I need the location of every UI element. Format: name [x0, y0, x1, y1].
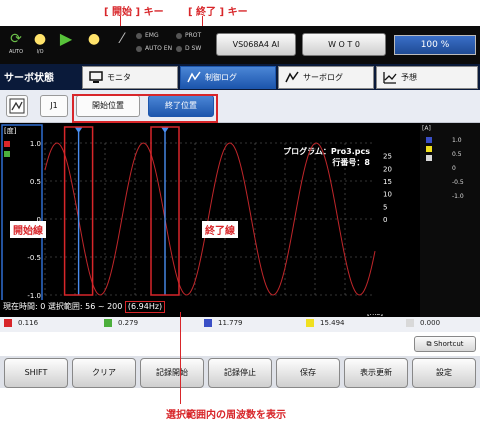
left-series-swatch — [4, 141, 10, 147]
right-small-tick: 0.5 — [452, 151, 462, 158]
right-tick-label: 5 — [383, 203, 387, 211]
program-label: プログラム：Pro3.pcs — [283, 146, 370, 156]
monitor-icon — [89, 71, 103, 83]
channel-value-row: 0.116 0.279 11.779 15.494 0.000 — [0, 317, 480, 332]
bottom-button-1[interactable]: クリア — [72, 358, 136, 388]
channel-value: 0.116 — [18, 319, 39, 327]
right-tick-label: 25 — [383, 153, 392, 161]
channel-swatch — [406, 319, 414, 327]
shortcut-button[interactable]: ⧉ Shortcut — [414, 336, 476, 352]
right-series-swatch — [426, 155, 432, 161]
bottom-button-0[interactable]: SHIFT — [4, 358, 68, 388]
channel-item: 0.116 — [4, 319, 38, 327]
channel-item: 15.494 — [306, 319, 345, 327]
left-tick-label: 0.5 — [30, 178, 41, 186]
right-axis-legend: 1.0 0.5 0 -0.5 -1.0 [A] — [420, 123, 480, 318]
io-button[interactable]: ● I/O — [30, 30, 50, 60]
left-series-swatch — [4, 151, 10, 157]
led-emg: EMG — [136, 32, 159, 39]
right-tick-label: 10 — [383, 191, 392, 199]
right-tick-label: 15 — [383, 178, 392, 186]
annotation-freq-note: 選択範囲内の周波数を表示 — [166, 410, 286, 421]
selection-info: 現在時間: 0 選択範囲: 56 ~ 200 (6.94Hz) — [0, 300, 420, 314]
led-dsw: D SW — [176, 45, 201, 52]
run-button[interactable]: ▶ — [56, 30, 76, 60]
end-line-marker — [161, 127, 169, 133]
channel-value: 0.000 — [420, 319, 441, 327]
selection-range-text: 現在時間: 0 選択範囲: 56 ~ 200 — [3, 302, 123, 311]
right-tick-label: 0 — [383, 216, 387, 224]
annotation-freq-pointer — [180, 312, 181, 404]
right-tick-label: 20 — [383, 165, 392, 173]
tab-monitor[interactable]: モニタ — [82, 66, 178, 89]
annotation-start-line: 開始線 — [10, 221, 46, 238]
bottom-button-2[interactable]: 記録開始 — [140, 358, 204, 388]
shortcut-icon: ⧉ — [426, 340, 434, 348]
led-dsw-icon — [176, 45, 182, 52]
speed-percent-indicator[interactable]: 100 % — [394, 35, 476, 55]
bottom-button-4[interactable]: 保存 — [276, 358, 340, 388]
wrench-icon: ⁄ — [120, 31, 124, 47]
left-axis-unit: [度] — [4, 126, 17, 135]
channel-item: 0.000 — [406, 319, 440, 327]
lightbulb-icon: ● — [33, 31, 47, 47]
right-small-tick: 1.0 — [452, 137, 462, 144]
lamp-icon: ● — [87, 31, 101, 47]
right-small-tick: -1.0 — [452, 193, 464, 200]
channel-swatch — [104, 319, 112, 327]
led-emg-icon — [136, 32, 142, 39]
channel-swatch — [4, 319, 12, 327]
led-auto-en-icon — [136, 45, 142, 52]
right-series-swatch — [426, 137, 432, 143]
frequency-value: (6.94Hz) — [124, 301, 166, 313]
right-axis-unit: [A] — [422, 125, 431, 132]
play-icon: ▶ — [59, 29, 73, 48]
bottom-button-6[interactable]: 設定 — [412, 358, 476, 388]
left-tick-label: -0.5 — [27, 254, 41, 262]
led-auto-en: AUTO EN — [136, 45, 172, 52]
graph-icon — [9, 98, 25, 114]
forecast-icon — [383, 72, 397, 84]
channel-item: 11.779 — [204, 319, 243, 327]
left-tick-label: -1.0 — [27, 292, 41, 300]
bottom-button-5[interactable]: 表示更新 — [344, 358, 408, 388]
channel-item: 0.279 — [104, 319, 138, 327]
graph-view-button[interactable] — [6, 95, 28, 117]
tab-row: サーボ状態 モニタ 制御ログ サーボログ 予想 — [0, 64, 480, 90]
start-line-marker — [74, 127, 83, 133]
tab-forecast[interactable]: 予想 — [376, 66, 478, 89]
top-status-bar: ⟳ AUTO ● I/O ▶ ● ⁄ EMG PROT AUTO EN D SW… — [0, 26, 480, 64]
right-series-swatch — [426, 146, 432, 152]
wot-button[interactable]: W O T 0 — [302, 33, 386, 56]
right-small-tick: -0.5 — [452, 179, 464, 186]
left-tick-label: 1.0 — [30, 140, 41, 148]
line-number-label: 行番号：8 — [331, 157, 370, 167]
page-title: サーボ状態 — [4, 73, 54, 84]
annotation-start-key: [ 開始 ] キー — [104, 7, 164, 18]
led-prot: PROT — [176, 32, 201, 39]
tab-control-log[interactable]: 制御ログ — [180, 66, 276, 89]
screenshot-root: [ 開始 ] キー [ 終了 ] キー ⟳ AUTO ● I/O ▶ ● ⁄ E… — [0, 0, 480, 422]
channel-value: 15.494 — [320, 319, 345, 327]
lamp-button[interactable]: ● — [84, 30, 104, 60]
control-log-icon — [187, 71, 201, 83]
channel-value: 0.279 — [118, 319, 139, 327]
auto-icon: ⟳ — [10, 31, 22, 47]
annotation-button-highlight — [72, 94, 218, 123]
auto-mode-button[interactable]: ⟳ AUTO — [6, 30, 26, 60]
servo-log-icon — [285, 71, 299, 83]
annotation-end-key: [ 終了 ] キー — [188, 7, 248, 18]
device-button[interactable]: VS068A4 AI — [216, 33, 296, 56]
right-small-tick: 0 — [452, 165, 456, 172]
annotation-end-line: 終了線 — [202, 221, 238, 238]
tab-servo-log[interactable]: サーボログ — [278, 66, 374, 89]
channel-value: 11.779 — [218, 319, 243, 327]
channel-swatch — [204, 319, 212, 327]
bottom-button-3[interactable]: 記録停止 — [208, 358, 272, 388]
axis-select-button[interactable]: J1 — [40, 95, 68, 117]
tool-button[interactable]: ⁄ — [112, 30, 132, 60]
channel-swatch — [306, 319, 314, 327]
bottom-button-bar: SHIFT クリア 記録開始 記録停止 保存 表示更新 設定 — [0, 356, 480, 388]
led-prot-icon — [176, 32, 182, 39]
